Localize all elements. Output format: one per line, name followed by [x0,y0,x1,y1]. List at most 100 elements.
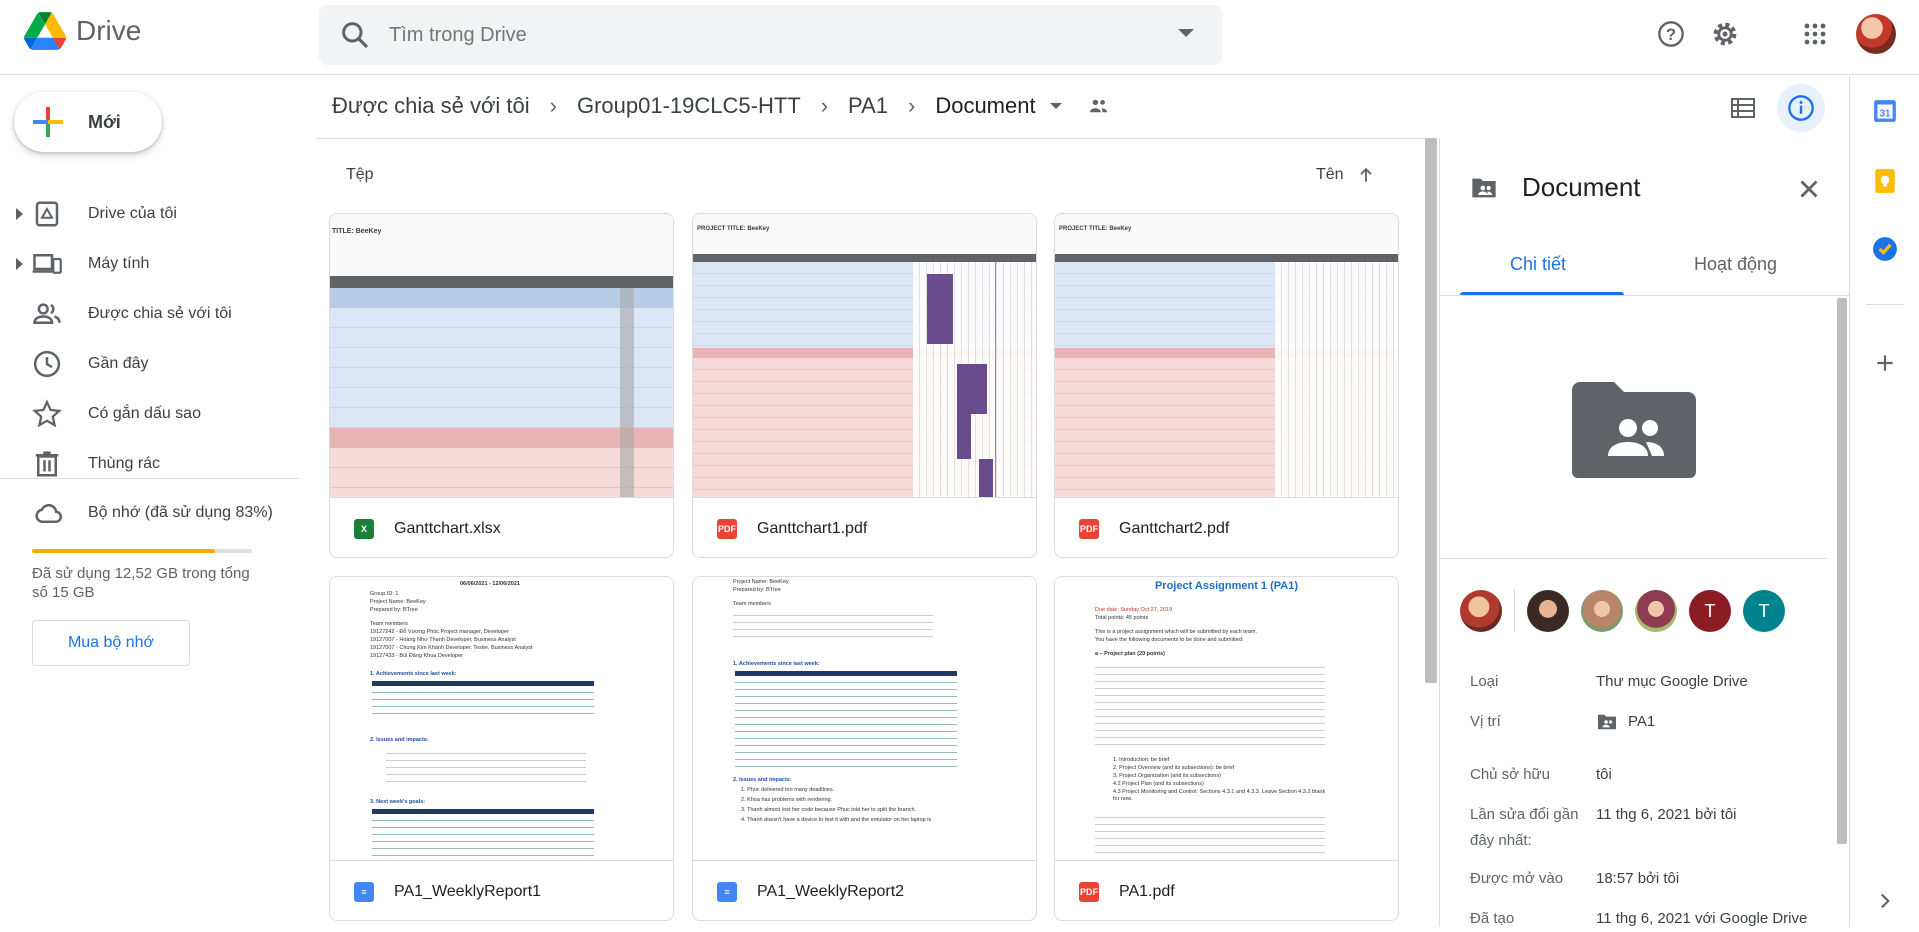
tab-details[interactable]: Chi tiết [1510,254,1566,275]
expand-arrow-icon[interactable] [16,258,23,270]
tab-activity[interactable]: Hoạt động [1694,254,1777,275]
folder-dropdown-icon[interactable] [1049,103,1062,109]
sidebar-item-my-drive[interactable]: Drive của tôi [0,192,290,236]
thumb-text: Project Name: BeeKey [370,599,426,605]
apps-grid-icon[interactable] [1797,16,1833,52]
detail-key: Đã tạo [1470,910,1515,927]
tasks-icon[interactable] [1872,236,1898,262]
file-card[interactable]: Project Name: BeeKey Prepared by: BTree … [692,576,1037,921]
account-avatar[interactable] [1856,14,1896,54]
info-icon[interactable] [1777,84,1825,132]
list-view-icon[interactable] [1719,84,1767,132]
detail-value: tôi [1596,766,1612,783]
thumb-text: You have the following documents to be d… [1095,637,1244,643]
breadcrumb-item[interactable]: Được chia sẻ với tôi [332,93,530,119]
search-icon[interactable] [339,19,371,51]
user-avatar[interactable] [1635,590,1677,632]
breadcrumb-current[interactable]: Document [935,93,1035,119]
sidebar-divider [0,478,299,479]
new-button[interactable]: Mới [14,92,162,152]
sidebar-item-computers[interactable]: Máy tính [0,242,290,286]
main-scrollbar[interactable] [1425,138,1437,683]
add-addon-icon[interactable] [1872,350,1898,376]
thumb-text: 4. Thanh doesn't have a device to test i… [741,817,932,823]
expand-arrow-icon[interactable] [16,208,23,220]
details-panel: Document Chi tiết Hoạt động T T Loại Thư… [1439,138,1850,927]
sidebar: Mới Drive của tôi Máy tính Được chia sẻ … [0,76,300,927]
thumb-title: PROJECT TITLE: BeeKey [697,226,770,232]
details-title: Document [1522,172,1641,202]
user-avatar[interactable] [1527,590,1569,632]
thumb-text: 3. Project Organization (and its subsect… [1113,773,1221,779]
thumb-text: 19127007 - Hoàng Như Thanh Developer, Bu… [370,637,516,643]
sidebar-item-recent[interactable]: Gần đây [0,342,290,386]
thumb-text: Project Assignment 1 (PA1) [1154,580,1299,592]
thumb-text: 2. Project Overview (and its subsections… [1113,765,1235,771]
detail-key: Được mở vào [1470,870,1564,887]
file-name: Ganttchart2.pdf [1119,519,1230,537]
breadcrumb-item[interactable]: Group01-19CLC5-HTT [577,93,801,119]
breadcrumb-item[interactable]: PA1 [848,93,888,119]
plus-icon [33,107,63,137]
thumb-text: 3. Thanh almost lost her code because Ph… [741,807,917,813]
settings-icon[interactable] [1707,16,1743,52]
docs-file-icon: ≡ [354,881,374,902]
sidebar-item-shared[interactable]: Được chia sẻ với tôi [0,292,290,336]
pdf-file-icon: PDF [1079,518,1099,539]
user-avatar[interactable]: T [1689,590,1731,632]
sidebar-item-label: Máy tính [88,255,150,272]
computers-icon [32,254,62,274]
chevron-right-icon[interactable] [1872,888,1898,914]
thumb-text: This is a project assignment which will … [1095,629,1258,635]
search-input[interactable] [389,23,1149,47]
detail-key: Chủ sở hữu [1470,766,1550,783]
file-card[interactable]: PROJECT TITLE: BeeKey PDF Ganttchart2.pd… [1054,213,1399,558]
shared-folder-people-icon [1089,99,1107,113]
avatar-divider [1514,590,1515,632]
user-avatar[interactable] [1581,590,1623,632]
thumb-text: 19127433 - Bùi Đăng Khoa Developer [370,653,463,659]
user-avatar[interactable] [1460,590,1502,632]
svg-text:31: 31 [1880,108,1891,119]
file-card-footer: PDF Ganttchart2.pdf [1055,497,1398,557]
file-thumbnail: PROJECT TITLE: BeeKey [693,214,1036,497]
thumb-text: a – Project plan (20 points) [1095,651,1165,657]
sidebar-item-label: Thùng rác [88,455,161,472]
thumb-text: Team members [370,621,408,627]
sort-button[interactable]: Tên [1316,165,1376,185]
sidebar-item-label: Được chia sẻ với tôi [88,305,232,322]
sidebar-item-starred[interactable]: Có gắn dấu sao [0,392,290,436]
file-card[interactable]: 06/06/2021 - 12/06/2021 Group ID: 1 Proj… [329,576,674,921]
search-options-icon[interactable] [1178,29,1194,37]
keep-icon[interactable] [1872,168,1898,194]
folder-preview [1440,296,1827,559]
file-card-footer: X Ganttchart.xlsx [330,497,673,557]
search-bar[interactable] [319,5,1222,65]
file-name: PA1.pdf [1119,882,1175,900]
detail-key: Lần sửa đổi gần đây nhất: [1470,806,1579,849]
storage-bar [32,549,252,553]
file-card[interactable]: PROJECT TITLE: BeeKey PDF Ganttchart1.pd… [692,213,1037,558]
new-button-label: Mới [88,111,121,132]
drive-logo[interactable]: Drive [24,12,141,50]
close-icon[interactable] [1794,174,1824,204]
storage-usage-text: Đã sử dụng 12,52 GB trong tổng số 15 GB [32,565,250,601]
location-link[interactable]: PA1 [1596,709,1856,735]
file-card[interactable]: Project Assignment 1 (PA1) Due date: Sun… [1054,576,1399,921]
chevron-right-icon: › [549,93,557,118]
my-drive-icon [35,201,59,227]
thumb-text: Due date: Sunday Oct 27, 2019 [1095,607,1173,613]
calendar-icon[interactable]: 31 [1872,98,1898,124]
user-avatar[interactable]: T [1743,590,1785,632]
buy-storage-button[interactable]: Mua bộ nhớ [32,620,190,666]
file-card[interactable]: TITLE: BeeKey X Ganttchart.xlsx [329,213,674,558]
thumb-text: Group ID: 1 [370,591,399,597]
thumb-text: 4.3 Project Monitoring and Control: Sect… [1113,789,1326,802]
sidebar-item-trash[interactable]: Thùng rác [0,442,290,486]
thumb-text: Total points: 45 points [1095,615,1149,621]
thumb-text: 1. Achievements since last week: [370,671,457,677]
thumb-text: 2. Issues and impacts: [733,777,792,783]
detail-value: 11 thg 6, 2021 bởi tôi [1596,806,1737,823]
side-panel-rail: 31 [1849,76,1919,927]
help-icon[interactable]: ? [1653,16,1689,52]
